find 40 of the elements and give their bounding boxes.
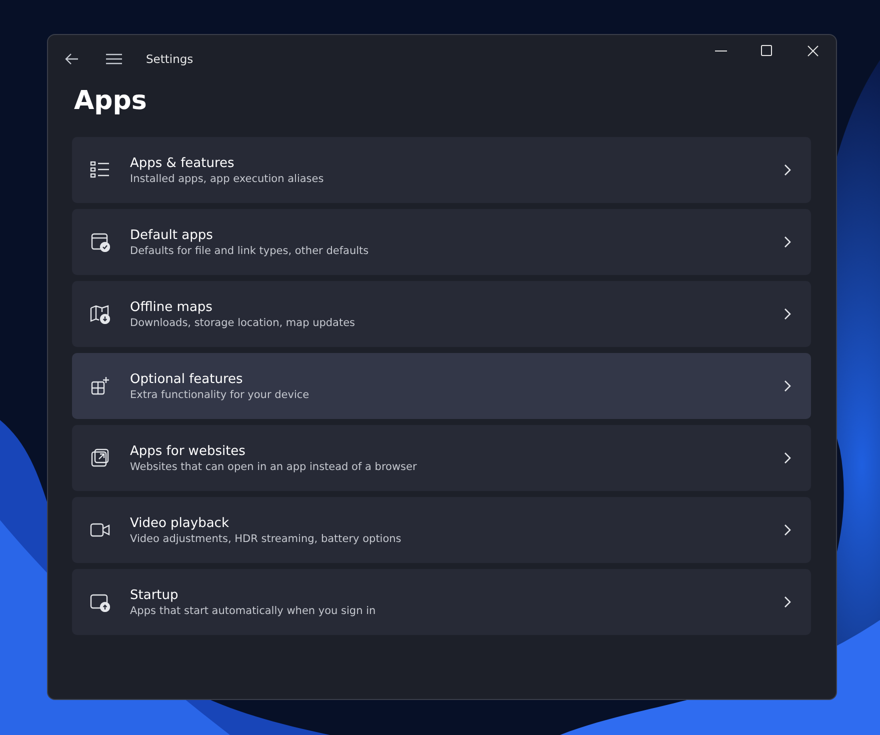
item-description: Installed apps, app execution aliases (130, 172, 325, 184)
item-title: Apps for websites (130, 444, 246, 458)
settings-item[interactable]: Apps for websites Websites that can open in an app instead of a browser (72, 425, 811, 491)
item-title: Video playback (130, 516, 230, 530)
back-arrow-icon (65, 53, 79, 65)
item-title: Optional features (130, 372, 244, 386)
chevron-icon (784, 308, 791, 320)
item-title: Apps & features (130, 156, 236, 170)
minimize-icon (715, 50, 727, 52)
item-description: Video adjustments, HDR streaming, battery options (130, 532, 402, 544)
item-title: Startup (130, 588, 180, 602)
maximize-icon (761, 45, 773, 57)
item-description: Defaults for file and link types, other defaults (130, 244, 370, 256)
close-icon (807, 45, 819, 57)
chevron-icon (784, 164, 791, 176)
window-check-icon (90, 232, 110, 252)
chevron-icon (784, 380, 791, 392)
chevron-icon (784, 236, 791, 248)
item-description: Extra functionality for your device (130, 388, 310, 400)
item-description: Apps that start automatically when you sign in (130, 604, 377, 616)
settings-item[interactable]: Optional features Extra functionality for your device (72, 353, 811, 419)
page-title: Apps (74, 85, 148, 118)
chevron-icon (784, 596, 791, 608)
window-title: Settings (146, 52, 194, 66)
settings-item[interactable]: Default apps Defaults for file and link types, other defaults (72, 209, 811, 275)
settings-item[interactable]: Video playback Video adjustments, HDR streaming, battery options (72, 497, 811, 563)
grid-plus-icon (90, 376, 110, 396)
settings-item[interactable]: Offline maps Downloads, storage location, map updates (72, 281, 811, 347)
chevron-icon (784, 452, 791, 464)
settings-item[interactable]: Apps & features Installed apps, app execution aliases (72, 137, 811, 203)
menu-icon (106, 53, 122, 65)
item-description: Websites that can open in an app instead of a browser (130, 460, 418, 472)
chevron-icon (784, 524, 791, 536)
item-description: Downloads, storage location, map updates (130, 316, 356, 328)
map-download-icon (90, 304, 110, 324)
window-upload-icon (90, 592, 110, 612)
item-title: Offline maps (130, 300, 214, 314)
settings-item[interactable]: Startup Apps that start automatically when you sign in (72, 569, 811, 635)
item-title: Default apps (130, 228, 214, 242)
list-icon (90, 160, 110, 180)
